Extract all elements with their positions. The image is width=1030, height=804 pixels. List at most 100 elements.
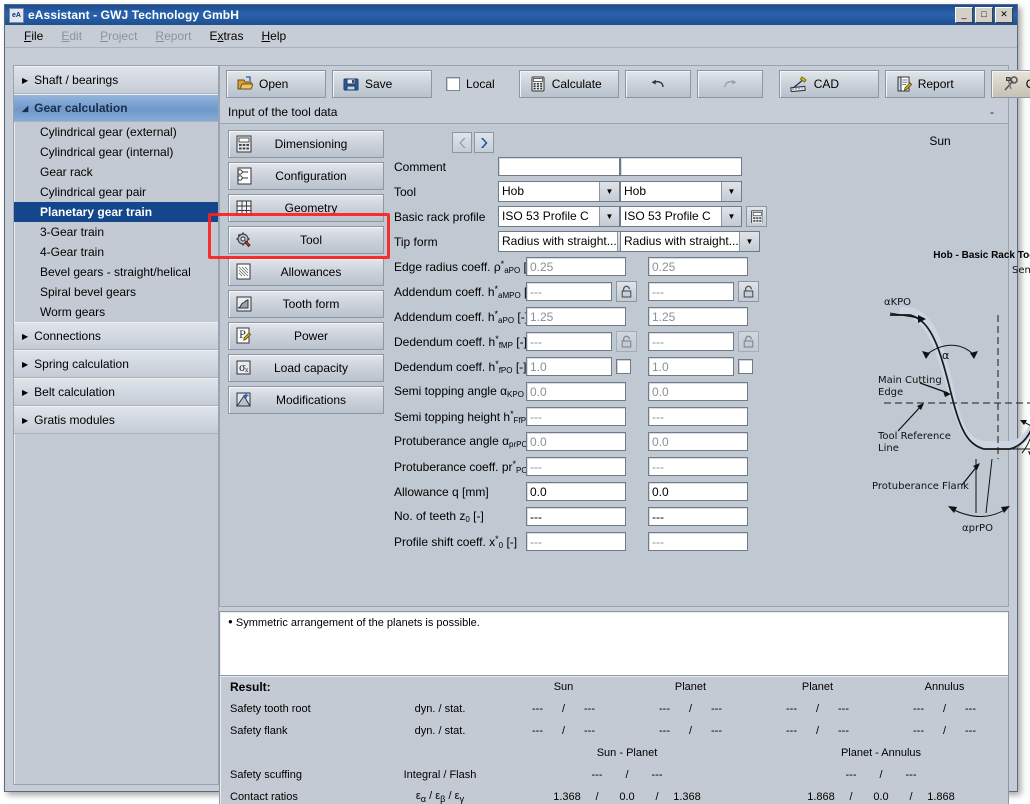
menu-help[interactable]: Help: [252, 27, 295, 45]
sidebar-item-planetary-gear-train[interactable]: Planetary gear train: [14, 202, 218, 222]
chevron-down-icon[interactable]: ▼: [599, 207, 619, 226]
dropdown-planet[interactable]: Radius with straight...▼: [620, 231, 760, 252]
report-button[interactable]: Report: [885, 70, 985, 98]
number-input-planet[interactable]: 0.25: [648, 257, 748, 276]
result-value-group: ---/---: [627, 698, 754, 720]
field-cell-sun: 0.0: [526, 432, 648, 451]
dropdown-sun[interactable]: Radius with straight...▼: [498, 231, 638, 252]
chevron-down-icon[interactable]: ▼: [599, 182, 619, 201]
lock-icon-button-sun[interactable]: [616, 331, 637, 352]
dropdown-sun[interactable]: ISO 53 Profile C▼: [498, 206, 620, 227]
prev-column-button[interactable]: [452, 132, 472, 153]
number-input-sun[interactable]: 1.25: [526, 307, 626, 326]
form-row-label: Protuberance coeff. pr*PO [-]: [392, 459, 526, 475]
number-input-sun[interactable]: 0.0: [526, 482, 626, 501]
tab-dimensioning[interactable]: Dimensioning: [228, 130, 384, 158]
power-icon: P: [235, 327, 253, 345]
calculate-button[interactable]: Calculate: [519, 70, 619, 98]
cad-button[interactable]: CAD: [779, 70, 879, 98]
sidebar-item-cylindrical-gear-internal-[interactable]: Cylindrical gear (internal): [14, 142, 218, 162]
rack-tooth-profile-drawing: αKPO α Semi Topping Flank Main Cutting E…: [862, 263, 1030, 555]
number-input-sun[interactable]: 1.0: [526, 357, 612, 376]
sidebar-group-gratis-modules[interactable]: ▶Gratis modules: [14, 406, 218, 434]
number-input-planet[interactable]: ---: [648, 507, 748, 526]
tab-allowances[interactable]: Allowances: [228, 258, 384, 286]
tab-modifications[interactable]: Modifications: [228, 386, 384, 414]
number-input-sun[interactable]: ---: [526, 507, 626, 526]
form-row-label: Tool: [392, 185, 498, 199]
local-checkbox-group[interactable]: Local: [438, 77, 503, 91]
chevron-down-icon[interactable]: ▼: [721, 182, 741, 201]
open-button[interactable]: Open: [226, 70, 326, 98]
result-value-group: ---/---: [881, 720, 1008, 742]
minimize-button[interactable]: _: [955, 7, 973, 23]
tab-configuration[interactable]: Configuration: [228, 162, 384, 190]
number-input-sun[interactable]: 0.0: [526, 432, 626, 451]
number-input-planet[interactable]: 0.0: [648, 382, 748, 401]
number-input-planet[interactable]: 0.0: [648, 482, 748, 501]
sidebar-item-cylindrical-gear-external-[interactable]: Cylindrical gear (external): [14, 122, 218, 142]
sidebar-item-cylindrical-gear-pair[interactable]: Cylindrical gear pair: [14, 182, 218, 202]
tab-load-capacity[interactable]: σxLoad capacity: [228, 354, 384, 382]
local-checkbox[interactable]: [446, 77, 460, 91]
sidebar-item-worm-gears[interactable]: Worm gears: [14, 302, 218, 322]
number-input-planet[interactable]: 0.0: [648, 432, 748, 451]
tab-tool[interactable]: Tool: [228, 226, 384, 254]
dropdown-planet[interactable]: ISO 53 Profile C▼: [620, 206, 742, 227]
sidebar-item-3-gear-train[interactable]: 3-Gear train: [14, 222, 218, 242]
number-input-sun[interactable]: ---: [526, 332, 612, 351]
sidebar-group-connections[interactable]: ▶Connections: [14, 322, 218, 350]
sidebar-group-spring-calculation[interactable]: ▶Spring calculation: [14, 350, 218, 378]
checkbox-planet[interactable]: [738, 359, 753, 374]
menu-report[interactable]: Report: [146, 27, 200, 45]
text-input-sun[interactable]: [498, 157, 620, 176]
sidebar-item-spiral-bevel-gears[interactable]: Spiral bevel gears: [14, 282, 218, 302]
dropdown-planet[interactable]: Hob▼: [620, 181, 742, 202]
menu-project[interactable]: Project: [91, 27, 146, 45]
number-input-sun[interactable]: 0.0: [526, 382, 626, 401]
number-input-planet[interactable]: 1.25: [648, 307, 748, 326]
tab-tooth-form[interactable]: Tooth form: [228, 290, 384, 318]
close-button[interactable]: ✕: [995, 7, 1013, 23]
sidebar-item-gear-rack[interactable]: Gear rack: [14, 162, 218, 182]
lock-icon-button-planet[interactable]: [738, 281, 759, 302]
tab-label: Configuration: [253, 169, 383, 183]
number-input-sun[interactable]: ---: [526, 407, 626, 426]
number-input-planet[interactable]: 1.0: [648, 357, 734, 376]
number-input-planet[interactable]: ---: [648, 407, 748, 426]
field-cell-sun: [498, 157, 620, 176]
chevron-down-icon[interactable]: ▼: [721, 207, 741, 226]
dropdown-sun[interactable]: Hob▼: [498, 181, 620, 202]
number-input-sun[interactable]: ---: [526, 457, 626, 476]
sidebar-item-bevel-gears-straight-helical[interactable]: Bevel gears - straight/helical: [14, 262, 218, 282]
form-row-label: Dedendum coeff. h*fMP [-]: [392, 334, 526, 350]
number-input-planet[interactable]: ---: [648, 457, 748, 476]
lock-icon-button-sun[interactable]: [616, 281, 637, 302]
number-input-sun[interactable]: ---: [526, 282, 612, 301]
menu-file[interactable]: File: [15, 27, 52, 45]
checkbox-sun[interactable]: [616, 359, 631, 374]
maximize-button[interactable]: □: [975, 7, 993, 23]
number-input-planet[interactable]: ---: [648, 332, 734, 351]
lock-icon-button-planet[interactable]: [738, 331, 759, 352]
next-column-button[interactable]: [474, 132, 494, 153]
number-input-sun[interactable]: 0.25: [526, 257, 626, 276]
sidebar-group-shaft-bearings[interactable]: ▶Shaft / bearings: [14, 66, 218, 94]
options-button[interactable]: Options: [991, 70, 1030, 98]
undo-button[interactable]: [625, 70, 691, 98]
tab-geometry[interactable]: Geometry: [228, 194, 384, 222]
sidebar-group-belt-calculation[interactable]: ▶Belt calculation: [14, 378, 218, 406]
basic-rack-calculator-button[interactable]: [746, 206, 767, 227]
menu-edit[interactable]: Edit: [52, 27, 91, 45]
save-button[interactable]: Save: [332, 70, 432, 98]
number-input-sun[interactable]: ---: [526, 532, 626, 551]
number-input-planet[interactable]: ---: [648, 282, 734, 301]
menu-extras[interactable]: Extras: [200, 27, 252, 45]
sidebar-group-gear-calculation[interactable]: ◢Gear calculation: [14, 94, 218, 122]
chevron-down-icon[interactable]: ▼: [739, 232, 759, 251]
text-input-planet[interactable]: [620, 157, 742, 176]
sidebar-item-4-gear-train[interactable]: 4-Gear train: [14, 242, 218, 262]
tab-power[interactable]: PPower: [228, 322, 384, 350]
redo-button[interactable]: [697, 70, 763, 98]
number-input-planet[interactable]: ---: [648, 532, 748, 551]
